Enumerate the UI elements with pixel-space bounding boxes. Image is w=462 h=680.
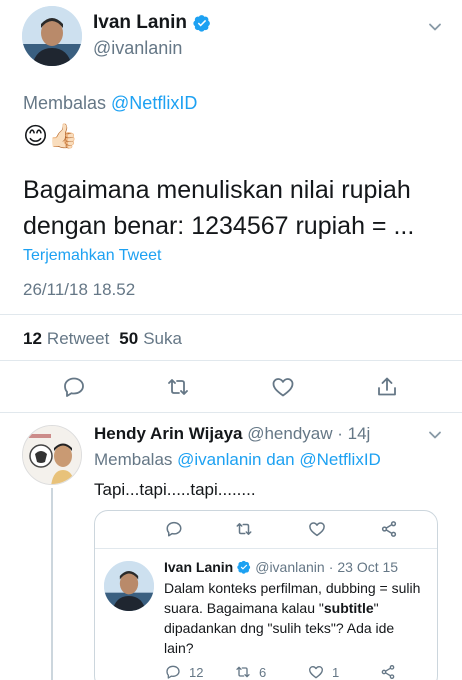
quoted-reply-action[interactable]: 12 <box>165 664 203 680</box>
replying-prefix: Membalas <box>94 450 178 469</box>
like-icon[interactable] <box>271 375 295 399</box>
reply-author-name[interactable]: Hendy Arin Wijaya <box>94 424 242 443</box>
replying-prefix: Membalas <box>23 93 112 113</box>
like-icon <box>309 666 323 679</box>
retweet-icon <box>236 666 250 678</box>
reply-text: Tapi...tapi.....tapi........ <box>94 480 256 499</box>
replying-mention-link[interactable]: @NetflixID <box>111 93 197 113</box>
quoted-share-action[interactable] <box>380 664 396 680</box>
replying-mention-link[interactable]: @ivanlanin <box>177 450 261 469</box>
quoted-retweet-count: 6 <box>259 664 267 680</box>
quoted-text-bold: subtitle <box>323 600 374 616</box>
divider <box>0 412 462 413</box>
quoted-like-count: 1 <box>332 664 340 680</box>
retweet-count: 12 <box>23 329 42 348</box>
author-name[interactable]: Ivan Lanin <box>93 12 187 34</box>
card-divider <box>95 548 437 549</box>
reply-replying-to: Membalas @ivanlanin dan @NetflixID <box>94 450 381 470</box>
translate-tweet-link[interactable]: Terjemahkan Tweet <box>23 247 161 265</box>
author-name-row[interactable]: Ivan Lanin <box>93 12 211 34</box>
replying-mention-link[interactable]: @NetflixID <box>299 450 381 469</box>
retweet-stat-label: Retweet <box>46 329 110 348</box>
share-icon[interactable] <box>375 375 399 399</box>
reply-author-avatar[interactable] <box>22 425 82 485</box>
reply-icon <box>166 665 180 679</box>
tweet-timestamp: 26/11/18 18.52 <box>23 280 136 299</box>
quoted-date: 23 Oct 15 <box>337 559 399 575</box>
retweet-stat[interactable]: 12 Retweet <box>23 329 109 349</box>
tweet-stats: 12 Retweet 50 Suka <box>23 329 182 349</box>
thread-line <box>51 488 53 680</box>
reply-icon[interactable] <box>165 520 183 538</box>
reply-author-handle[interactable]: @hendyaw <box>247 424 332 443</box>
separator-dot: · <box>332 424 348 443</box>
quoted-author-handle[interactable]: @ivanlanin <box>255 559 324 575</box>
retweet-icon[interactable] <box>166 375 190 399</box>
author-avatar[interactable] <box>22 6 82 66</box>
divider <box>0 360 462 361</box>
quoted-header: Ivan Lanin @ivanlanin · 23 Oct 15 <box>164 559 398 575</box>
like-count: 50 <box>119 329 139 348</box>
divider <box>0 314 462 315</box>
retweet-icon[interactable] <box>235 520 253 538</box>
tweet-emojis: 😊👍🏻 <box>23 123 78 150</box>
reply-icon[interactable] <box>62 375 86 399</box>
chevron-down-icon[interactable] <box>428 20 442 34</box>
quoted-text: Dalam konteks perfilman, dubbing = sulih… <box>164 578 426 658</box>
reply-time: 14j <box>347 424 371 443</box>
reply-header: Hendy Arin Wijaya @hendyaw · 14j <box>94 424 370 444</box>
share-icon[interactable] <box>380 520 398 538</box>
separator-dot: · <box>328 559 334 575</box>
like-stat-label: Suka <box>143 329 182 348</box>
quoted-author-name[interactable]: Ivan Lanin <box>164 559 233 575</box>
replying-and: dan <box>261 450 300 469</box>
quoted-reply-count: 12 <box>189 664 204 680</box>
like-icon[interactable] <box>308 520 326 538</box>
verified-badge-icon <box>237 560 251 574</box>
quoted-text-part: Dalam konteks perfilman, dubbing = sulih… <box>164 580 421 616</box>
verified-badge-icon <box>193 15 210 32</box>
quoted-retweet-action[interactable]: 6 <box>235 664 266 680</box>
share-icon <box>381 665 395 679</box>
author-handle[interactable]: @ivanlanin <box>93 38 182 59</box>
chevron-down-icon[interactable] <box>428 428 442 442</box>
replying-to: Membalas @NetflixID <box>23 93 197 114</box>
like-stat[interactable]: 50 Suka <box>119 329 182 349</box>
quoted-like-action[interactable]: 1 <box>308 664 339 680</box>
quoted-author-avatar[interactable] <box>104 561 154 611</box>
tweet-text: Bagaimana menuliskan nilai rupiah dengan… <box>23 176 415 240</box>
